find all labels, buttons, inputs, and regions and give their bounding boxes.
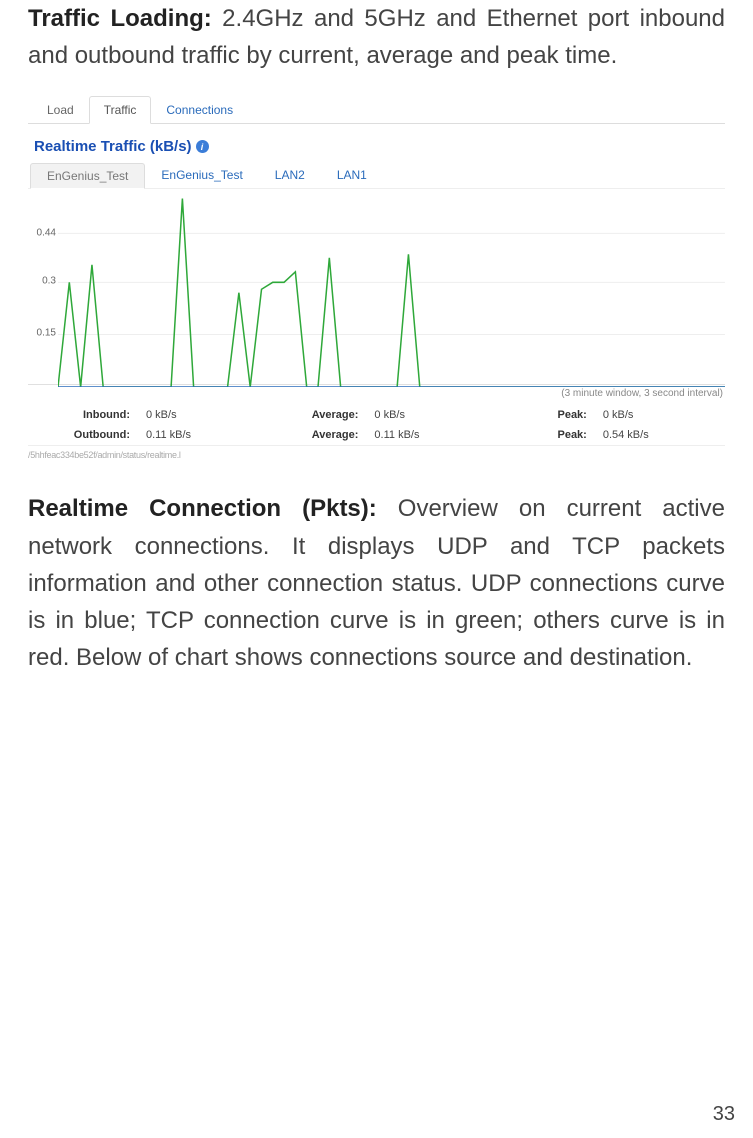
row0-average: 0 kB/s bbox=[366, 405, 494, 425]
row1-current: 0.11 kB/s bbox=[138, 425, 266, 445]
tab-traffic[interactable]: Traffic bbox=[89, 96, 152, 124]
ytick-044: 0.44 bbox=[37, 228, 56, 239]
para-realtime-connection: Realtime Connection (Pkts): Overview on … bbox=[28, 490, 725, 676]
chart-area: 0.44 0.3 0.15 bbox=[28, 195, 725, 385]
ytick-015: 0.15 bbox=[37, 327, 56, 338]
row0-peak: 0 kB/s bbox=[595, 405, 725, 425]
traffic-panel: Load Traffic Connections Realtime Traffi… bbox=[28, 96, 725, 460]
subtab-1[interactable]: EnGenius_Test bbox=[145, 163, 258, 188]
traffic-chart-svg bbox=[58, 195, 725, 387]
para1-bold: Traffic Loading: bbox=[28, 5, 212, 32]
section-title-text: Realtime Traffic (kB/s) bbox=[34, 138, 192, 155]
subtab-3[interactable]: LAN1 bbox=[321, 163, 383, 188]
info-icon[interactable]: i bbox=[196, 140, 209, 153]
subtab-0[interactable]: EnGenius_Test bbox=[30, 163, 145, 189]
table-row: Outbound: 0.11 kB/s Average: 0.11 kB/s P… bbox=[28, 425, 725, 445]
tab-connections[interactable]: Connections bbox=[151, 96, 248, 123]
footer-url-scrap: /5hhfeac334be52f/admin/status/realtime.l bbox=[28, 445, 725, 460]
row1-label: Outbound: bbox=[28, 425, 138, 445]
top-tabs: Load Traffic Connections bbox=[28, 96, 725, 124]
row0-peak-label: Peak: bbox=[495, 405, 595, 425]
ytick-03: 0.3 bbox=[42, 276, 56, 287]
row1-avg-label: Average: bbox=[266, 425, 366, 445]
row1-peak-label: Peak: bbox=[495, 425, 595, 445]
row1-peak: 0.54 kB/s bbox=[595, 425, 725, 445]
page-number: 33 bbox=[713, 1103, 735, 1126]
row0-avg-label: Average: bbox=[266, 405, 366, 425]
para-traffic-loading: Traffic Loading: 2.4GHz and 5GHz and Eth… bbox=[28, 0, 725, 74]
table-row: Inbound: 0 kB/s Average: 0 kB/s Peak: 0 … bbox=[28, 405, 725, 425]
row1-average: 0.11 kB/s bbox=[366, 425, 494, 445]
row0-current: 0 kB/s bbox=[138, 405, 266, 425]
section-title: Realtime Traffic (kB/s) i bbox=[28, 124, 725, 163]
para2-bold: Realtime Connection (Pkts): bbox=[28, 495, 377, 522]
tab-load[interactable]: Load bbox=[32, 96, 89, 123]
stats-table: Inbound: 0 kB/s Average: 0 kB/s Peak: 0 … bbox=[28, 405, 725, 445]
chart-window-note: (3 minute window, 3 second interval) bbox=[28, 385, 725, 405]
row0-label: Inbound: bbox=[28, 405, 138, 425]
y-axis-ticks: 0.44 0.3 0.15 bbox=[28, 195, 58, 384]
subtab-2[interactable]: LAN2 bbox=[259, 163, 321, 188]
sub-tabs: EnGenius_Test EnGenius_Test LAN2 LAN1 bbox=[28, 163, 725, 189]
